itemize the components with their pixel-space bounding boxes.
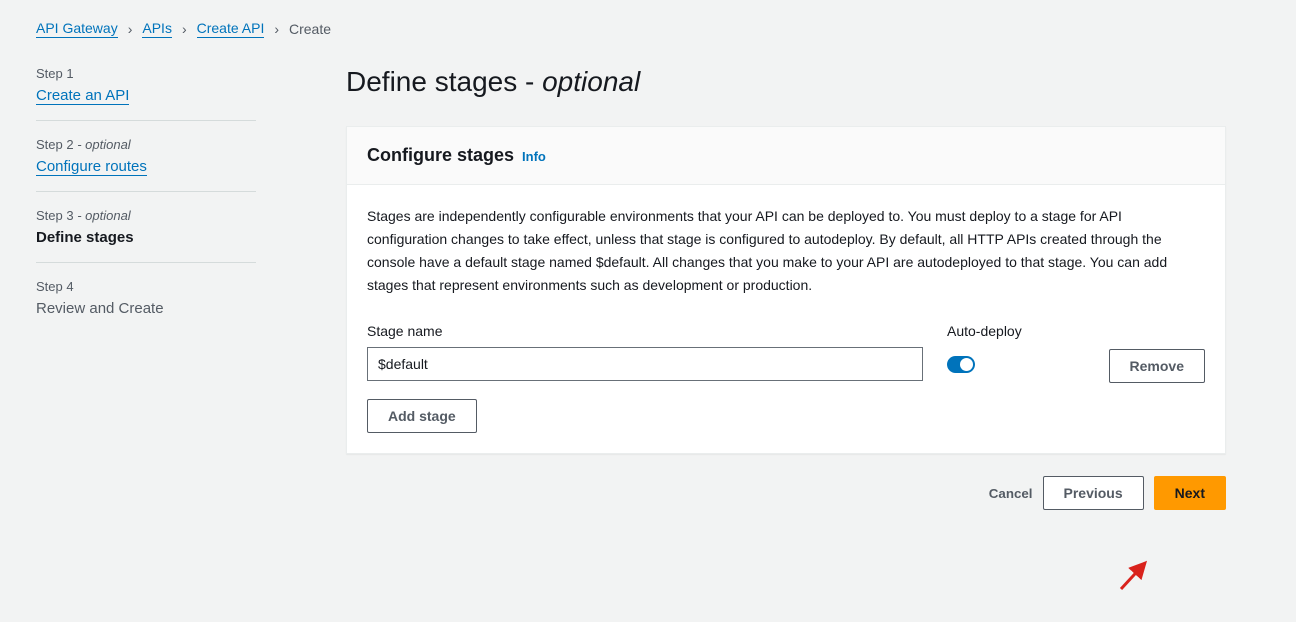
stage-name-label: Stage name [367,323,923,339]
page-title-main: Define stages [346,66,525,97]
panel-header: Configure stages Info [347,127,1225,185]
chevron-right-icon: › [182,21,187,37]
step-create-an-api[interactable]: Create an API [36,87,129,105]
step-4-label: Step 4 [36,279,256,294]
info-link[interactable]: Info [522,149,546,164]
step-3-label: Step 3 - optional [36,208,256,223]
add-stage-button[interactable]: Add stage [367,399,477,433]
step-2-number: Step 2 [36,137,74,152]
breadcrumb-current: Create [289,21,331,37]
stage-name-input[interactable] [367,347,923,381]
divider [36,191,256,192]
step-configure-routes[interactable]: Configure routes [36,158,147,176]
auto-deploy-toggle[interactable] [947,356,975,373]
panel-description: Stages are independently configurable en… [367,205,1205,297]
step-1-label: Step 1 [36,66,256,81]
chevron-right-icon: › [274,21,279,37]
panel-title: Configure stages [367,145,514,166]
step-3-optional: - optional [77,208,130,223]
step-2-optional: - optional [77,137,130,152]
breadcrumb-api-gateway[interactable]: API Gateway [36,20,118,38]
page-title: Define stages - optional [346,66,1226,98]
step-3-number: Step 3 [36,208,74,223]
auto-deploy-label: Auto-deploy [947,323,1067,339]
divider [36,120,256,121]
cancel-button[interactable]: Cancel [989,486,1033,501]
configure-stages-panel: Configure stages Info Stages are indepen… [346,126,1226,454]
step-define-stages: Define stages [36,229,256,246]
breadcrumb: API Gateway › APIs › Create API › Create [36,20,1260,38]
breadcrumb-create-api[interactable]: Create API [197,20,265,38]
next-button[interactable]: Next [1154,476,1226,510]
wizard-sidebar: Step 1 Create an API Step 2 - optional C… [36,66,256,510]
stage-row: Stage name Auto-deploy Remove [367,323,1205,383]
wizard-actions: Cancel Previous Next [346,476,1226,510]
breadcrumb-apis[interactable]: APIs [142,20,172,38]
step-review-and-create: Review and Create [36,300,256,317]
step-2-label: Step 2 - optional [36,137,256,152]
arrow-annotation-icon [1115,555,1155,595]
page-title-sep: - [525,66,542,97]
chevron-right-icon: › [128,21,133,37]
remove-stage-button[interactable]: Remove [1109,349,1205,383]
main-content: Define stages - optional Configure stage… [346,66,1226,510]
previous-button[interactable]: Previous [1043,476,1144,510]
divider [36,262,256,263]
page-title-optional: optional [542,66,640,97]
